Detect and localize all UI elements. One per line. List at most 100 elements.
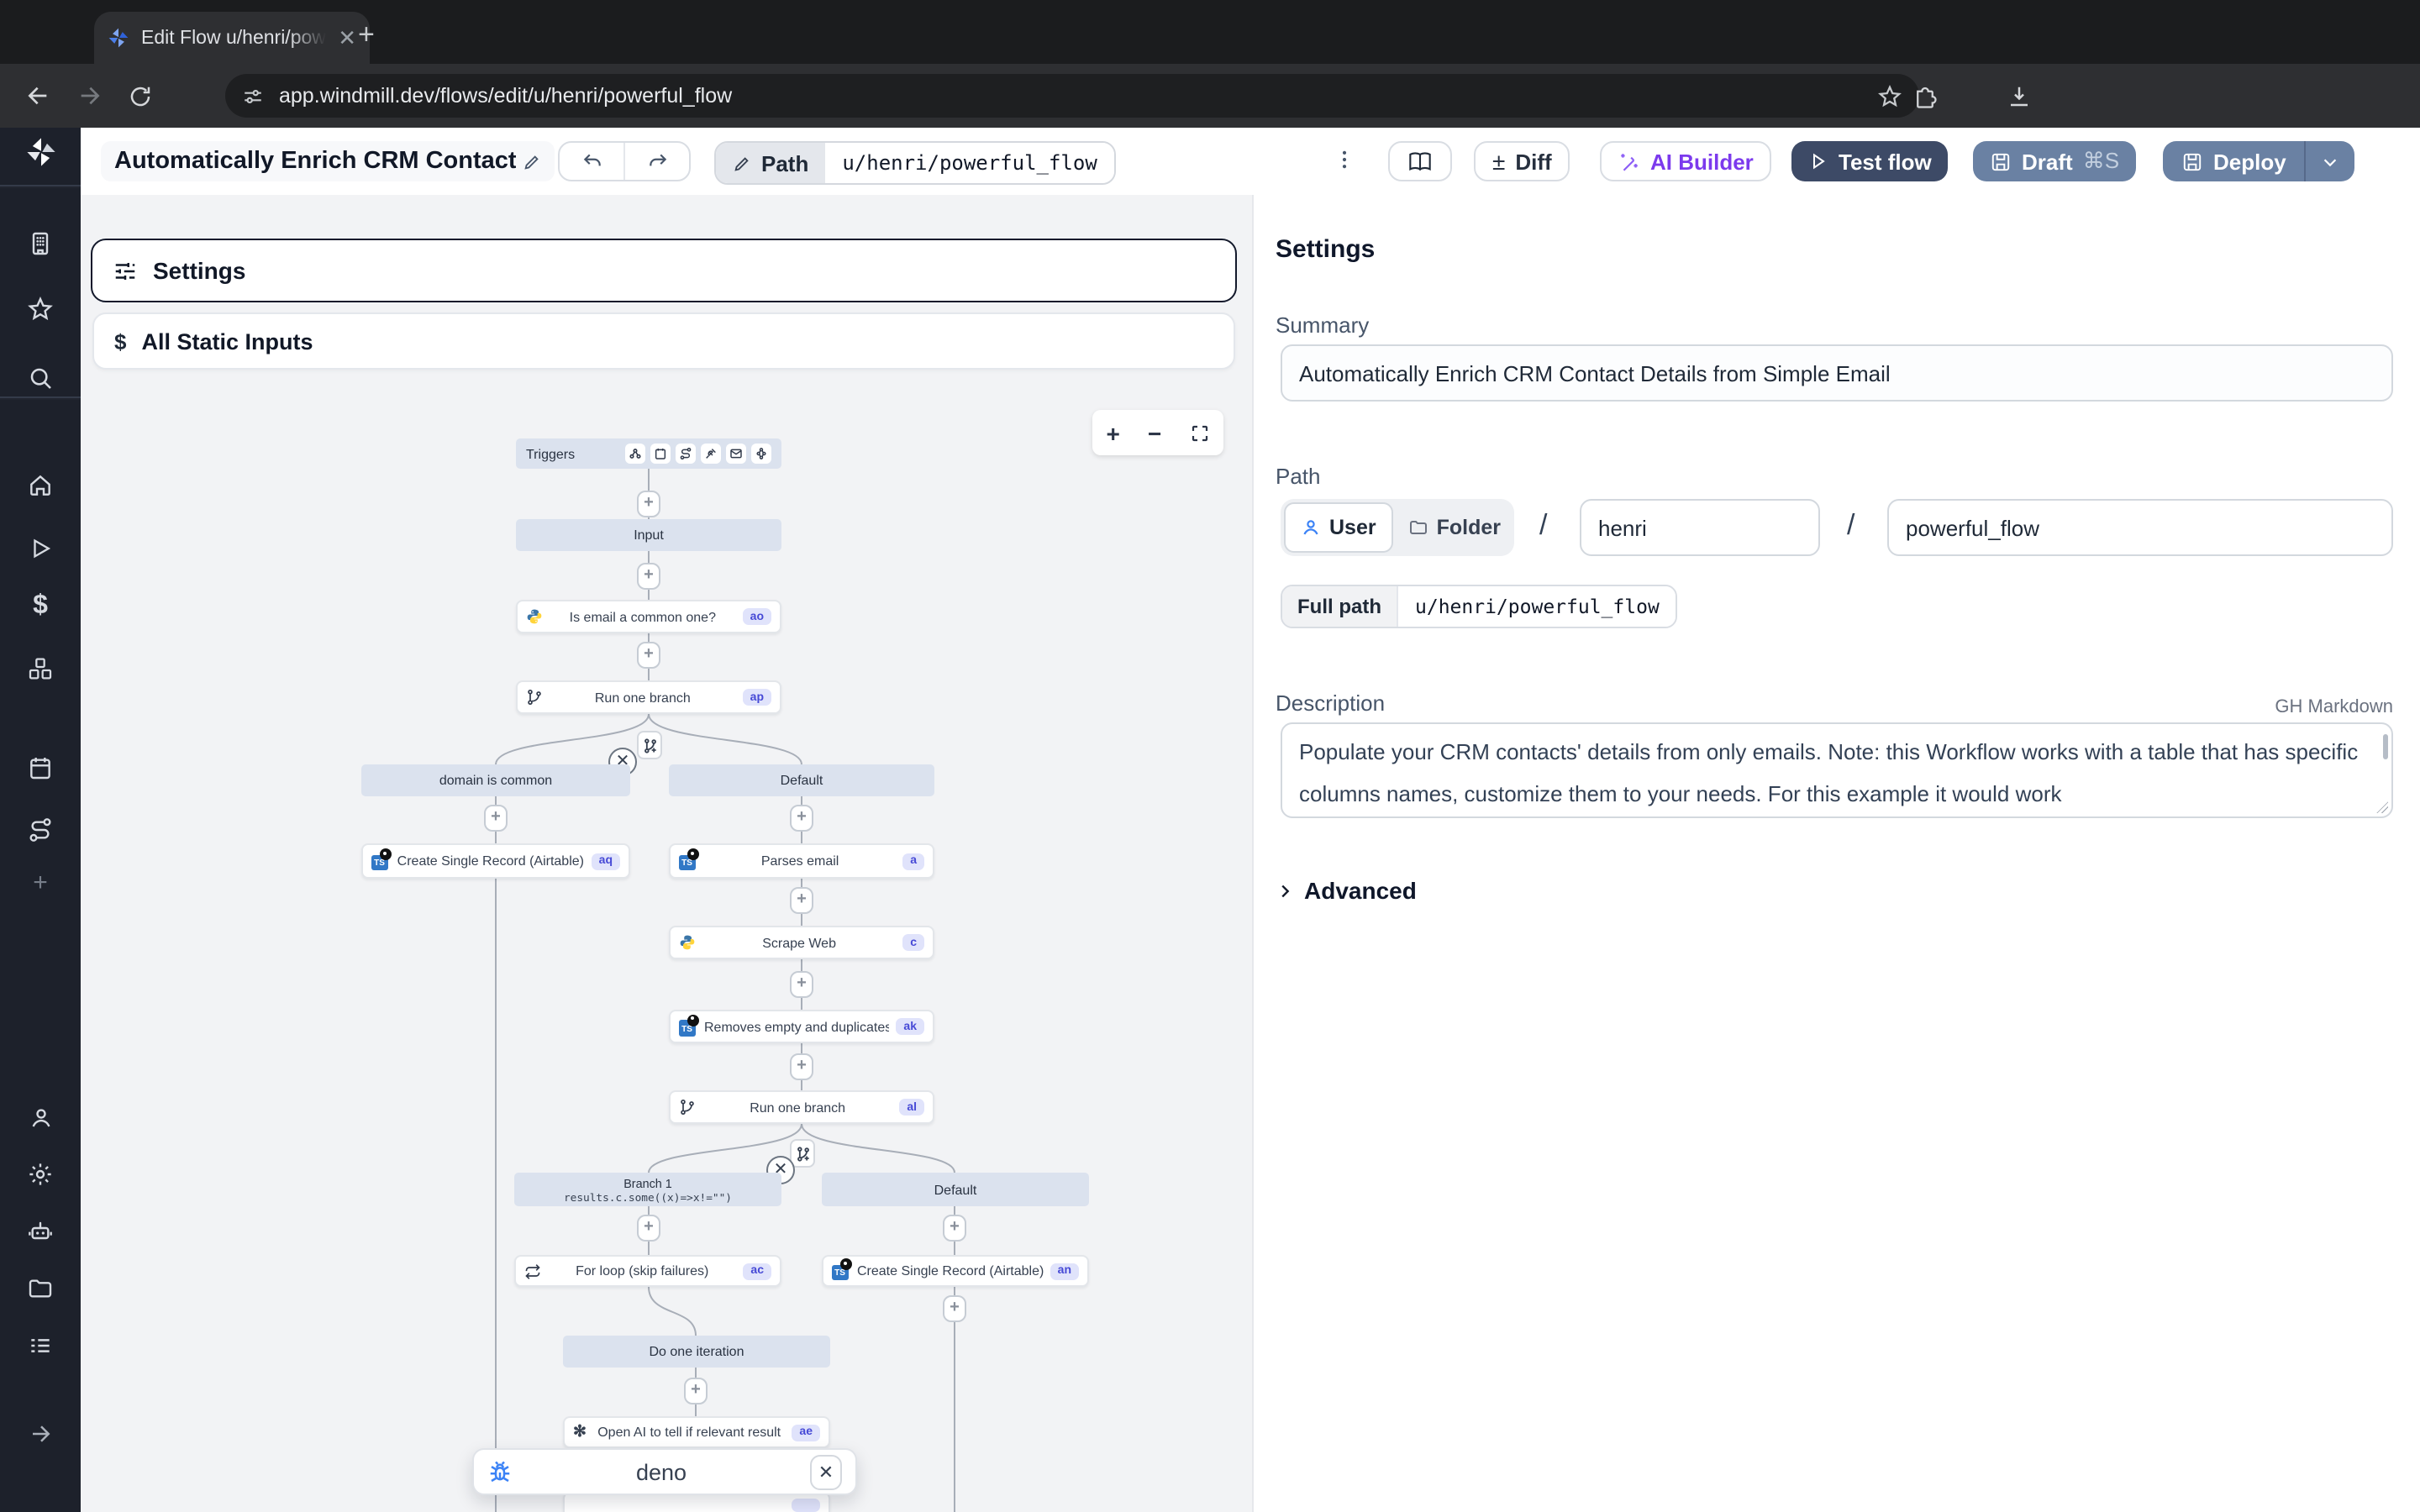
route-icon[interactable] (676, 444, 696, 464)
add-step-button[interactable]: + (684, 1378, 708, 1404)
add-step-button[interactable]: + (790, 971, 813, 998)
back-icon[interactable] (13, 71, 64, 121)
ai-builder-button[interactable]: AI Builder (1600, 141, 1772, 181)
advanced-toggle[interactable]: Advanced (1276, 877, 1417, 904)
sidebar-item-folders[interactable] (0, 1268, 81, 1309)
webhook-icon[interactable] (625, 444, 645, 464)
tab-close-icon[interactable]: ✕ (338, 27, 356, 49)
add-step-button[interactable]: + (484, 805, 508, 832)
step-node-run-one-branch-2[interactable]: Run one branch al (669, 1090, 934, 1124)
all-static-inputs-card[interactable]: $ All Static Inputs (92, 312, 1235, 370)
step-node-for-loop[interactable]: For loop (skip failures) ac (514, 1255, 781, 1287)
do-one-iteration-header[interactable]: Do one iteration (563, 1336, 830, 1368)
undo-icon[interactable] (560, 143, 625, 180)
diff-button[interactable]: ± Diff (1474, 141, 1570, 181)
windmill-logo[interactable] (0, 131, 81, 171)
add-step-button[interactable]: + (790, 887, 813, 914)
close-icon[interactable]: ✕ (810, 1454, 842, 1489)
sidebar-item-runs[interactable] (0, 528, 81, 568)
dollar-icon: $ (114, 328, 126, 354)
textarea-scrollbar[interactable] (2383, 734, 2388, 759)
sidebar-expand-icon[interactable] (0, 1413, 81, 1453)
fit-view-icon[interactable] (1189, 423, 1209, 443)
deploy-button[interactable]: Deploy (2163, 149, 2305, 174)
websocket-icon[interactable] (701, 444, 721, 464)
sidebar-item-add[interactable]: + (0, 862, 81, 902)
kafka-icon[interactable] (751, 444, 771, 464)
step-node-parses-email[interactable]: TS Parses email a (669, 843, 934, 879)
sidebar-item-settings[interactable] (0, 1154, 81, 1194)
settings-card[interactable]: Settings (91, 239, 1237, 302)
typescript-deno-icon: TS (371, 852, 390, 870)
branch-header-default[interactable]: Default (669, 764, 934, 796)
add-step-button[interactable]: + (790, 1053, 813, 1080)
step-id-badge: c (902, 934, 924, 951)
sidebar-item-variables[interactable]: $ (0, 586, 81, 627)
step-node-run-one-branch[interactable]: Run one branch ap (516, 680, 781, 714)
test-flow-button[interactable]: Test flow (1791, 141, 1949, 181)
url-text[interactable]: app.windmill.dev/flows/edit/u/henri/powe… (279, 84, 1862, 108)
triggers-node[interactable]: Triggers (516, 438, 781, 469)
summary-input[interactable] (1281, 344, 2393, 402)
step-node-create-single-record-2[interactable]: TS Create Single Record (Airtable) an (822, 1255, 1089, 1287)
sidebar-item-workspace[interactable] (0, 223, 81, 264)
flow-name-input[interactable] (1887, 499, 2393, 556)
new-tab-button[interactable]: + (358, 18, 375, 52)
add-branch-icon[interactable] (790, 1139, 815, 1168)
add-step-button[interactable]: + (637, 642, 660, 669)
zoom-in-icon[interactable]: + (1107, 419, 1120, 446)
sidebar-item-schedules[interactable] (0, 748, 81, 788)
add-branch-icon[interactable] (637, 731, 662, 759)
forward-icon[interactable] (64, 71, 114, 121)
sidebar-item-user[interactable] (0, 1097, 81, 1137)
branch-header-default-2[interactable]: Default (822, 1173, 1089, 1206)
flow-title[interactable]: Automatically Enrich CRM Contact (101, 141, 555, 181)
input-node[interactable]: Input (516, 519, 781, 551)
user-icon (1301, 517, 1321, 538)
path-button[interactable]: Path u/henri/powerful_flow (714, 141, 1116, 185)
step-node-create-single-record[interactable]: TS Create Single Record (Airtable) aq (361, 843, 630, 879)
sidebar-item-search[interactable] (0, 358, 81, 398)
browser-tab[interactable]: Edit Flow u/henri/powerful_flo ✕ (94, 12, 370, 64)
step-id-badge (792, 1499, 820, 1512)
step-node-removes-empty[interactable]: TS Removes empty and duplicates ak (669, 1010, 934, 1043)
reload-icon[interactable] (114, 71, 165, 121)
owner-input[interactable] (1580, 499, 1820, 556)
extensions-icon[interactable] (1899, 71, 1949, 121)
step-node-scrape-web[interactable]: Scrape Web c (669, 926, 934, 959)
draft-button[interactable]: Draft ⌘S (1973, 141, 2136, 181)
schedule-icon[interactable] (650, 444, 671, 464)
sidebar-divider (0, 396, 81, 400)
download-icon[interactable] (1993, 71, 2044, 121)
step-id-badge: a (902, 853, 924, 869)
add-step-button[interactable]: + (637, 1215, 660, 1242)
user-toggle[interactable]: User (1284, 502, 1393, 553)
redo-icon[interactable] (625, 143, 689, 180)
sidebar-item-logs[interactable] (0, 1326, 81, 1366)
add-step-button[interactable]: + (637, 563, 660, 590)
resize-grip-icon[interactable] (2376, 801, 2388, 813)
description-textarea[interactable]: Populate your CRM contacts' details from… (1281, 722, 2393, 818)
deploy-dropdown-chevron[interactable] (2307, 152, 2355, 171)
sidebar-item-favorites[interactable] (0, 289, 81, 329)
url-bar[interactable]: app.windmill.dev/flows/edit/u/henri/powe… (225, 74, 1919, 118)
sidebar-item-flows[interactable] (0, 810, 81, 850)
add-step-button[interactable]: + (943, 1215, 966, 1242)
docs-button[interactable] (1388, 141, 1452, 181)
more-options-icon[interactable] (1333, 143, 1356, 176)
branch-header-domain-is-common[interactable]: domain is common (361, 764, 630, 796)
email-icon[interactable] (726, 444, 746, 464)
branch-header-branch-1[interactable]: Branch 1 results.c.some((x)=>x!="") (514, 1173, 781, 1206)
add-step-button[interactable]: + (790, 805, 813, 832)
edit-pencil-icon[interactable] (523, 152, 542, 171)
step-node-openai[interactable]: ✻ Open AI to tell if relevant result ae (563, 1416, 830, 1448)
sidebar-item-workers[interactable] (0, 1211, 81, 1252)
folder-toggle[interactable]: Folder (1393, 502, 1516, 553)
zoom-out-icon[interactable]: − (1148, 419, 1161, 446)
add-step-button[interactable]: + (943, 1295, 966, 1322)
sidebar-item-home[interactable] (0, 465, 81, 506)
site-settings-icon[interactable] (242, 85, 264, 107)
sidebar-item-resources[interactable] (0, 648, 81, 689)
step-node-is-email[interactable]: Is email a common one? ao (516, 600, 781, 633)
add-step-button[interactable]: + (637, 491, 660, 517)
